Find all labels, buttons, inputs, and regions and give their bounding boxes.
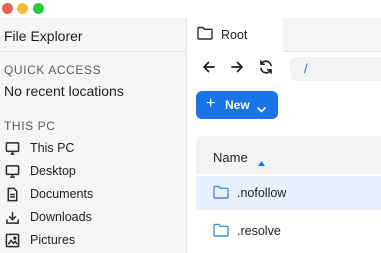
- chevron-down-icon: [257, 100, 266, 118]
- folder-icon: [197, 26, 213, 45]
- minimize-window-button[interactable]: [17, 3, 28, 14]
- tab-label: Root: [221, 28, 248, 42]
- image-icon: [4, 232, 20, 248]
- sidebar-item-label: Downloads: [30, 210, 92, 224]
- current-path: /: [304, 61, 308, 76]
- sidebar-item-label: Documents: [30, 187, 94, 201]
- file-name: .nofollow: [237, 186, 287, 200]
- sort-ascending-icon[interactable]: [258, 153, 265, 171]
- document-icon: [4, 186, 20, 202]
- this-pc-heading: THIS PC: [4, 119, 56, 133]
- back-button[interactable]: [198, 58, 220, 80]
- maximize-window-button[interactable]: [33, 3, 44, 14]
- forward-button[interactable]: [226, 58, 248, 80]
- sidebar-item-downloads[interactable]: Downloads: [4, 206, 182, 228]
- sidebar-item-pictures[interactable]: Pictures: [4, 229, 182, 251]
- window-titlebar: [0, 0, 381, 18]
- app-title: File Explorer: [4, 28, 83, 44]
- sidebar-item-label: Desktop: [30, 164, 76, 178]
- tab-root[interactable]: Root: [187, 18, 283, 52]
- sidebar-item-label: Pictures: [30, 233, 76, 247]
- sidebar-item-documents[interactable]: Documents: [4, 183, 182, 205]
- address-bar[interactable]: /: [290, 57, 381, 81]
- sidebar: File Explorer QUICK ACCESS No recent loc…: [0, 18, 187, 253]
- close-window-button[interactable]: [2, 3, 13, 14]
- tab-bar: Root: [187, 18, 381, 52]
- sidebar-item-desktop[interactable]: Desktop: [4, 160, 182, 182]
- sidebar-item-label: This PC: [30, 141, 75, 155]
- file-name: .resolve: [237, 224, 281, 238]
- folder-icon: [213, 223, 229, 242]
- new-button[interactable]: + New: [196, 91, 278, 119]
- plus-icon: +: [206, 95, 216, 112]
- sidebar-divider: [0, 51, 186, 52]
- new-button-label: New: [225, 98, 250, 112]
- column-header-name[interactable]: Name: [213, 150, 248, 165]
- arrow-left-icon: [202, 60, 216, 79]
- desktop-icon: [4, 163, 20, 179]
- arrow-right-icon: [230, 60, 244, 79]
- navigation-toolbar: /: [187, 52, 381, 86]
- file-row[interactable]: .nofollow: [196, 176, 381, 210]
- download-icon: [4, 209, 20, 225]
- folder-icon: [213, 185, 229, 204]
- sidebar-item-this-pc[interactable]: This PC: [4, 137, 182, 159]
- quick-access-empty-text: No recent locations: [4, 83, 124, 99]
- file-list-header: Name: [196, 136, 381, 174]
- file-list: Name .nofollow .resolve: [196, 136, 381, 253]
- file-row[interactable]: .resolve: [196, 214, 381, 248]
- monitor-icon: [4, 140, 20, 156]
- refresh-button[interactable]: [255, 58, 277, 80]
- quick-access-heading: QUICK ACCESS: [4, 63, 102, 77]
- refresh-icon: [258, 59, 274, 80]
